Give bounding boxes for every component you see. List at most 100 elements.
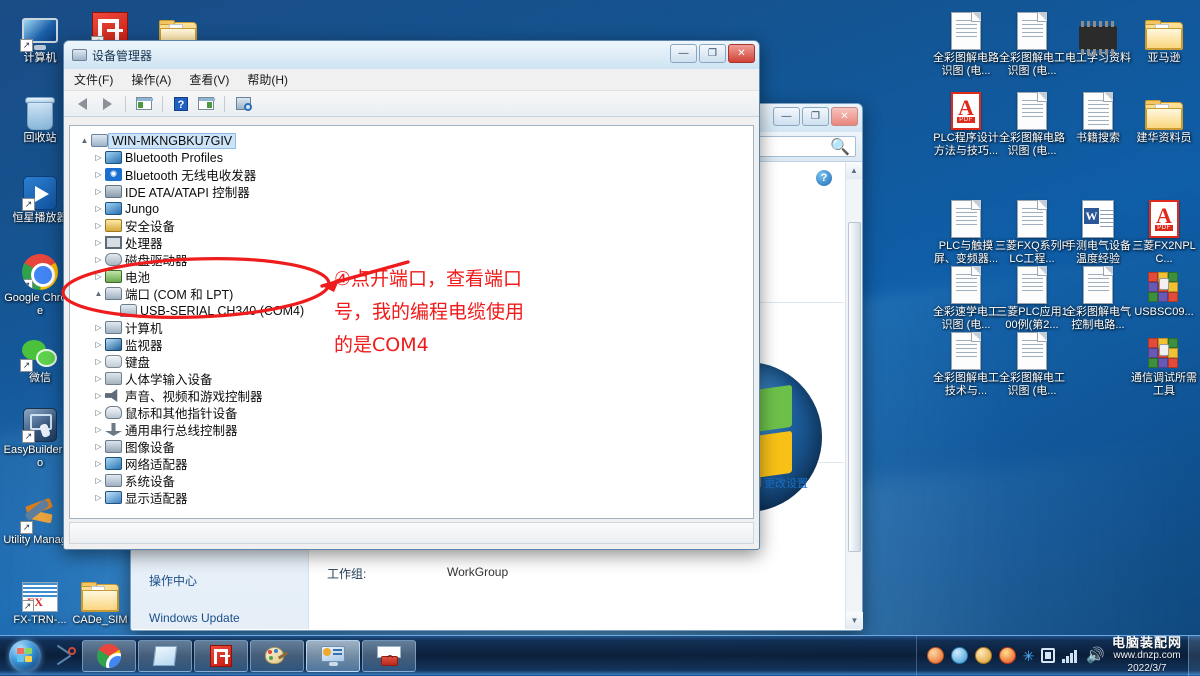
desktop-icon-doc-9[interactable]: 全彩图解电工技术与... xyxy=(928,324,1004,398)
help-icon[interactable]: ? xyxy=(171,94,191,114)
tree-node-security-device[interactable]: ▷ 安全设备 xyxy=(78,217,753,234)
taskbar-toolbox[interactable] xyxy=(362,639,416,672)
taskbar-paint[interactable] xyxy=(250,639,304,672)
expand-toggle-icon[interactable]: ▷ xyxy=(92,255,105,264)
desktop-icon-doc-6[interactable]: 全彩速学电工识图 (电... xyxy=(928,258,1004,332)
expand-toggle-icon[interactable]: ▷ xyxy=(92,493,105,502)
app-flame-icon[interactable] xyxy=(998,647,1016,664)
expand-toggle-icon[interactable]: ▲ xyxy=(78,136,91,145)
expand-toggle-icon[interactable]: ▷ xyxy=(92,221,105,230)
desktop-icon-doc-3[interactable]: 全彩图解电路识图 (电... xyxy=(994,84,1070,158)
scrollbar-thumb[interactable] xyxy=(848,222,861,552)
tree-node-ide-controller[interactable]: ▷ IDE ATA/ATAPI 控制器 xyxy=(78,183,753,200)
tree-node-jungo[interactable]: ▷ Jungo xyxy=(78,200,753,217)
expand-toggle-icon[interactable]: ▷ xyxy=(92,153,105,162)
clock-watermark[interactable]: 电脑装配网 www.dnzp.com 2022/3/7 xyxy=(1112,636,1182,675)
expand-toggle-icon[interactable]: ▷ xyxy=(92,357,105,366)
minimize-button[interactable]: — xyxy=(773,107,800,126)
expand-toggle-icon[interactable]: ▷ xyxy=(92,187,105,196)
scan-hardware-icon[interactable] xyxy=(233,94,253,114)
desktop-icon-amazon[interactable]: 亚马逊 xyxy=(1126,4,1200,65)
forward-arrow-icon[interactable] xyxy=(97,94,117,114)
desktop-icon-chip[interactable]: 电工学习资料 xyxy=(1060,4,1136,65)
maximize-button[interactable]: ❐ xyxy=(699,44,726,63)
taskbar-red-app[interactable] xyxy=(194,639,248,672)
desktop-icon-doc-8[interactable]: 全彩图解电气控制电路... xyxy=(1060,258,1136,332)
app-blue-icon[interactable] xyxy=(950,647,968,664)
expand-toggle-icon[interactable]: ▷ xyxy=(92,170,105,179)
tree-node-bluetooth-profiles[interactable]: ▷ Bluetooth Profiles xyxy=(78,149,753,166)
show-desktop-button[interactable] xyxy=(1188,635,1200,676)
tree-node-system-devices[interactable]: ▷ 系统设备 xyxy=(78,472,753,489)
expand-toggle-icon[interactable]: ▷ xyxy=(92,204,105,213)
power-icon[interactable] xyxy=(1041,648,1056,663)
taskbar-control-panel[interactable] xyxy=(306,639,360,672)
device-manager-window-buttons[interactable]: — ❐ ✕ xyxy=(670,44,755,63)
desktop-icon-word-1[interactable]: W 手测电气设备温度经验 xyxy=(1060,192,1136,266)
taskbar-chrome[interactable] xyxy=(82,639,136,672)
menu-item-help[interactable]: 帮助(H) xyxy=(247,71,288,88)
desktop-icon-pdf-1[interactable]: A PDF PLC程序设计方法与技巧... xyxy=(928,84,1004,158)
tree-node-hid[interactable]: ▷ 人体学输入设备 xyxy=(78,370,753,387)
desktop-icon-cade-sim[interactable]: CADe_SIM xyxy=(62,566,138,627)
bluetooth-icon[interactable]: ✳ xyxy=(1023,649,1035,663)
taskbar[interactable]: ✳ 🔊 电脑装配网 www.dnzp.com 2022/3/7 xyxy=(0,635,1200,676)
tree-node-network-adapters[interactable]: ▷ 网络适配器 xyxy=(78,455,753,472)
expand-toggle-icon[interactable]: ▷ xyxy=(92,459,105,468)
volume-icon[interactable]: 🔊 xyxy=(1086,648,1105,663)
expand-toggle-icon[interactable]: ▷ xyxy=(92,408,105,417)
expand-toggle-icon[interactable]: ▷ xyxy=(92,442,105,451)
vertical-scrollbar[interactable]: ▲ ▼ xyxy=(845,162,863,629)
desktop-icon-zip-1[interactable]: USBSC09... xyxy=(1126,258,1200,319)
app-orange-icon[interactable] xyxy=(926,647,944,664)
desktop-icon-pdf-2[interactable]: A PDF 三菱FX2NPLC... xyxy=(1126,192,1200,266)
scroll-down-arrow[interactable]: ▼ xyxy=(846,612,863,629)
tree-node-sound-video-game[interactable]: ▷ 声音、视频和游戏控制器 xyxy=(78,387,753,404)
expand-toggle-icon[interactable]: ▷ xyxy=(92,272,105,281)
taskbar-notepad[interactable] xyxy=(138,639,192,672)
desktop-icon-doc-2[interactable]: 全彩图解电工识图 (电... xyxy=(994,4,1070,78)
desktop-icon-doc-5[interactable]: 三菱FXQ系列PLC工程... xyxy=(994,192,1070,266)
desktop-icon-doc-4[interactable]: PLC与触摸屏、变频器... xyxy=(928,192,1004,266)
desktop-icon-jianhua[interactable]: 建华资料员 xyxy=(1126,84,1200,145)
toolbar[interactable]: ? xyxy=(64,91,759,117)
tree-node-processor[interactable]: ▷ 处理器 xyxy=(78,234,753,251)
system-window-buttons[interactable]: — ❐ ✕ xyxy=(773,107,858,126)
desktop-icon-doc-1[interactable]: 全彩图解电路识图 (电... xyxy=(928,4,1004,78)
expand-toggle-icon[interactable]: ▷ xyxy=(92,340,105,349)
tree-node-mouse[interactable]: ▷ 鼠标和其他指针设备 xyxy=(78,404,753,421)
device-manager-titlebar[interactable]: 设备管理器 — ❐ ✕ xyxy=(64,41,759,69)
expand-toggle-icon[interactable]: ▷ xyxy=(92,425,105,434)
expand-toggle-icon[interactable]: ▷ xyxy=(92,374,105,383)
minimize-button[interactable]: — xyxy=(670,44,697,63)
expand-toggle-icon[interactable]: ▷ xyxy=(92,476,105,485)
menu-item-file[interactable]: 文件(F) xyxy=(74,71,113,88)
tree-root-node[interactable]: ▲ WIN-MKNGBKU7GIV xyxy=(78,132,753,149)
scroll-up-arrow[interactable]: ▲ xyxy=(846,162,862,179)
help-icon[interactable]: ? xyxy=(816,170,832,186)
tree-node-display-adapters[interactable]: ▷ 显示适配器 xyxy=(78,489,753,506)
sidebar-link-action-center[interactable]: 操作中心 xyxy=(149,572,308,589)
sidebar-link-windows-update[interactable]: Windows Update xyxy=(149,611,308,625)
menu-item-action[interactable]: 操作(A) xyxy=(131,71,171,88)
close-button[interactable]: ✕ xyxy=(728,44,755,63)
maximize-button[interactable]: ❐ xyxy=(802,107,829,126)
expand-toggle-icon[interactable]: ▷ xyxy=(92,323,105,332)
system-tray[interactable]: ✳ 🔊 电脑装配网 www.dnzp.com 2022/3/7 xyxy=(915,635,1188,676)
tree-node-bluetooth-radio[interactable]: ▷ ✺ Bluetooth 无线电收发器 xyxy=(78,166,753,183)
close-button[interactable]: ✕ xyxy=(831,107,858,126)
menu-item-view[interactable]: 查看(V) xyxy=(189,71,229,88)
desktop-icon-doc-7[interactable]: 三菱PLC应用100例(第2... xyxy=(994,258,1070,332)
back-arrow-icon[interactable] xyxy=(72,94,92,114)
desktop-icon-zip-2[interactable]: 通信调试所需工具 xyxy=(1126,324,1200,398)
app-yellow-icon[interactable] xyxy=(974,647,992,664)
update-driver-icon[interactable] xyxy=(196,94,216,114)
taskbar-snipping-tool[interactable] xyxy=(48,639,82,673)
tree-node-usb-controllers[interactable]: ▷ 通用串行总线控制器 xyxy=(78,421,753,438)
menu-bar[interactable]: 文件(F) 操作(A) 查看(V) 帮助(H) xyxy=(64,69,759,91)
network-icon[interactable] xyxy=(1062,649,1079,663)
desktop-icon-book-search[interactable]: 书籍搜索 xyxy=(1060,84,1136,145)
expand-toggle-icon[interactable]: ▷ xyxy=(92,391,105,400)
start-button[interactable] xyxy=(2,639,48,673)
desktop-icon-doc-10[interactable]: 全彩图解电工识图 (电... xyxy=(994,324,1070,398)
